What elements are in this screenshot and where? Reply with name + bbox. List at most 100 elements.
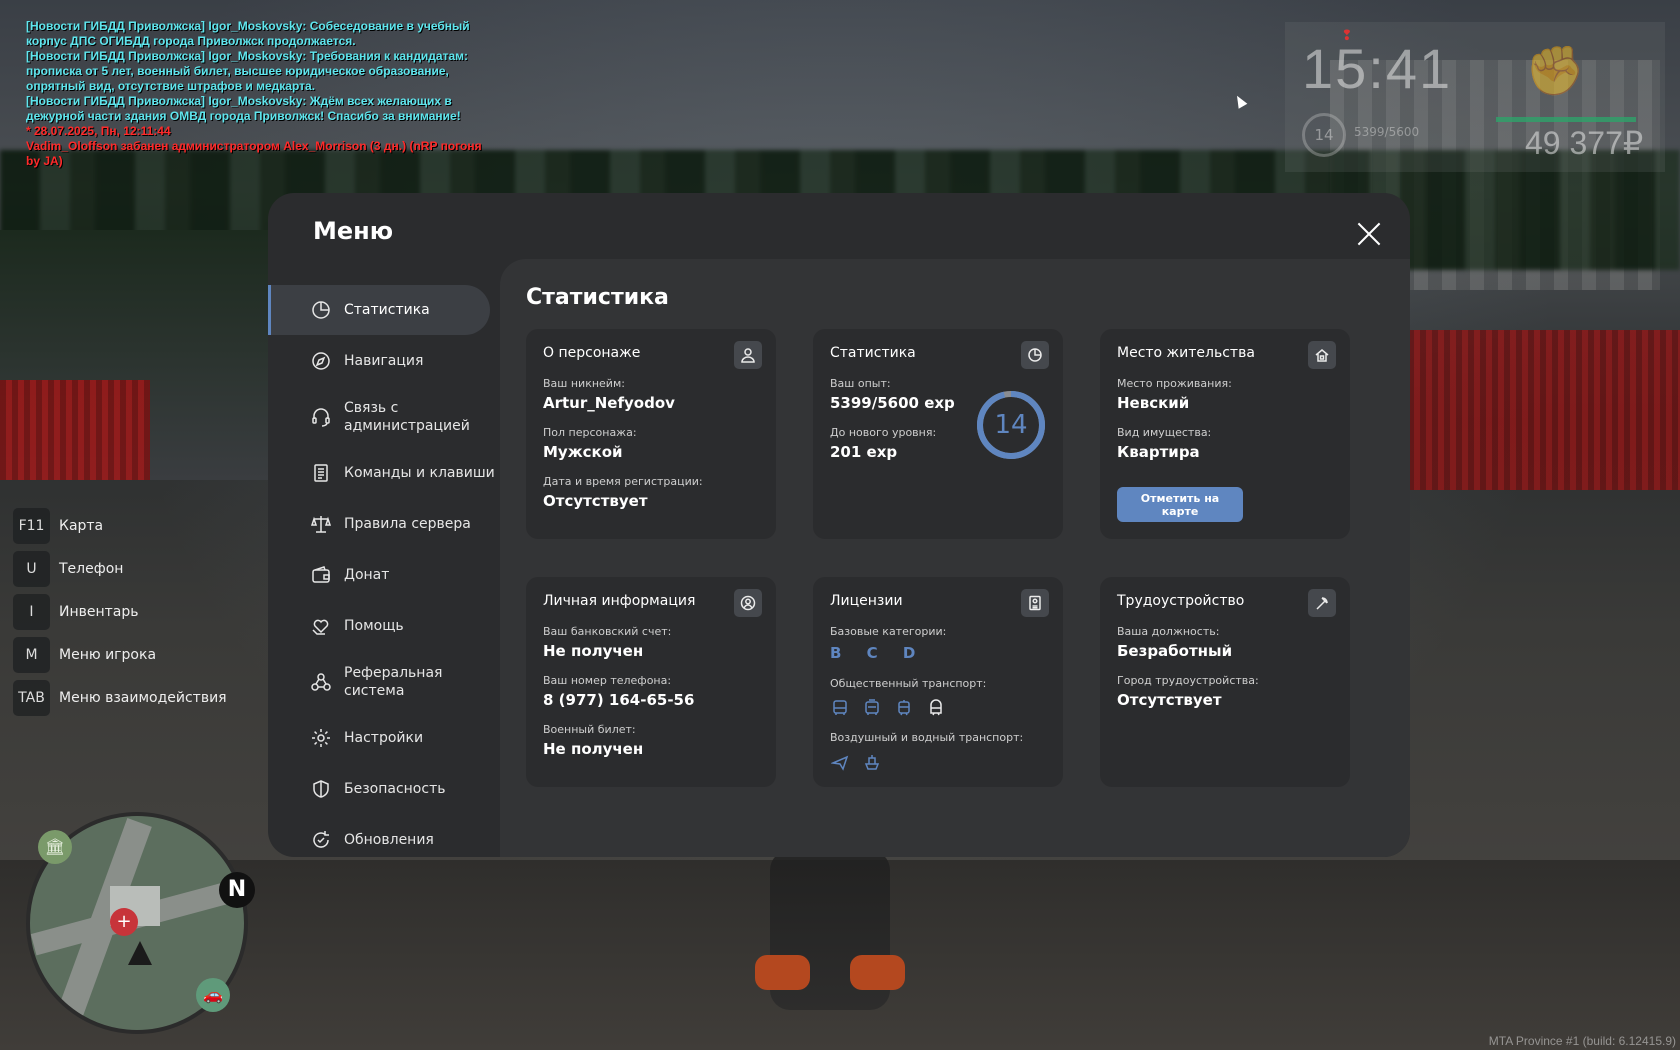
compass-icon [310, 350, 332, 372]
nav-label: Обновления [344, 832, 434, 848]
hospital-icon: + [110, 908, 138, 936]
document-icon [310, 462, 332, 484]
field-label: Дата и время регистрации: [543, 475, 703, 488]
hotkey-label: Меню взаимодействия [59, 690, 227, 706]
nav-label: Настройки [344, 730, 424, 746]
field-property: Вид имущества: Квартира [1117, 426, 1211, 461]
health-bar [1496, 117, 1636, 122]
hotkey-map[interactable]: F11 Карта [13, 508, 227, 544]
field-value: Квартира [1117, 443, 1200, 461]
user-circle-icon [734, 589, 762, 617]
card-employment: Трудоустройство Ваша должность: Безработ… [1100, 577, 1350, 787]
key-badge: F11 [13, 508, 50, 544]
nav-item-commands[interactable]: Команды и клавиши [268, 448, 500, 498]
nav-item-help[interactable]: Помощь [268, 601, 500, 651]
hotkey-phone[interactable]: U Телефон [13, 551, 227, 587]
boat-icon [862, 752, 882, 772]
field-value: Безработный [1117, 642, 1233, 660]
wallet-icon [310, 564, 332, 586]
player-arrow-icon [128, 941, 152, 965]
hud-level: 14 [1314, 126, 1334, 144]
field-label: Пол персонажа: [543, 426, 637, 439]
field-label: Военный билет: [543, 723, 636, 736]
card-title: Статистика [830, 345, 916, 361]
field-position: Ваша должность: Безработный [1117, 625, 1232, 660]
fist-icon: ✊ [1525, 43, 1585, 99]
card-title: Трудоустройство [1117, 593, 1245, 609]
key-badge: I [13, 594, 50, 630]
nav-label: Правила сервера [344, 516, 471, 532]
nav-item-donate[interactable]: Донат [268, 550, 500, 600]
field-label: Место проживания: [1117, 377, 1232, 390]
field-value: 201 exp [830, 443, 898, 461]
bus-icon [830, 698, 850, 718]
hotkey-player-menu[interactable]: M Меню игрока [13, 637, 227, 673]
player-menu-modal: Меню Статистика Навигация Связь с админи… [268, 193, 1410, 857]
field-label: Ваш никнейм: [543, 377, 625, 390]
nav-label: Навигация [344, 353, 424, 369]
close-button[interactable] [1354, 219, 1384, 249]
hotkey-inventory[interactable]: I Инвентарь [13, 594, 227, 630]
field-label: Ваш опыт: [830, 377, 891, 390]
player-shoe-left [755, 955, 810, 990]
id-card-icon [1021, 589, 1049, 617]
shield-icon [310, 778, 332, 800]
nav-item-statistics[interactable]: Статистика [268, 285, 490, 335]
trolleybus-icon [862, 698, 882, 718]
nav-label: Реферальная система [344, 665, 443, 699]
field-label: Город трудоустройства: [1117, 674, 1259, 687]
user-icon [734, 341, 762, 369]
nav-item-updates[interactable]: Обновления [268, 815, 500, 857]
nav-item-settings[interactable]: Настройки [268, 713, 500, 763]
hotkey-label: Телефон [59, 561, 124, 577]
field-registration: Дата и время регистрации: Отсутствует [543, 475, 703, 510]
chat-line: [Новости ГИБДД Приволжска] Igor_Moskovsk… [26, 19, 470, 48]
field-label: Вид имущества: [1117, 426, 1212, 439]
card-title: Место жительства [1117, 345, 1255, 361]
field-public-transport: Общественный транспорт: [830, 677, 986, 718]
nav-label: Связь с администрацией [344, 400, 470, 434]
field-gender: Пол персонажа: Мужской [543, 426, 637, 461]
nav-label: Команды и клавиши [344, 465, 495, 481]
key-badge: TAB [13, 680, 50, 716]
field-label: Базовые категории: [830, 625, 947, 638]
field-label: Ваш номер телефона: [543, 674, 672, 687]
nav-item-security[interactable]: Безопасность [268, 764, 500, 814]
field-next-level: До нового уровня: 201 exp [830, 426, 936, 461]
field-basic-categories: Базовые категории: B C D [830, 625, 946, 662]
pie-chart-icon [310, 299, 332, 321]
field-air-water-transport: Воздушный и водный транспорт: [830, 731, 1023, 772]
field-exp: Ваш опыт: 5399/5600 exp [830, 377, 955, 412]
refresh-check-icon [310, 829, 332, 851]
mark-on-map-button[interactable]: Отметить на карте [1117, 487, 1243, 522]
field-value: Невский [1117, 394, 1190, 412]
nav-label: Донат [344, 567, 390, 583]
player-shoe-right [850, 955, 905, 990]
car-icon: 🚗 [196, 978, 230, 1012]
nav-label: Безопасность [344, 781, 446, 797]
nav-item-admin-contact[interactable]: Связь с администрацией [268, 387, 500, 447]
house-icon [1308, 341, 1336, 369]
modal-title: Меню [313, 217, 394, 245]
nav-item-navigation[interactable]: Навигация [268, 336, 500, 386]
chat-line: * 28.07.2025, Пн, 12:11:44 [26, 124, 171, 138]
hud-money: 49 377₽ [1525, 125, 1644, 161]
field-label: До нового уровня: [830, 426, 937, 439]
field-value: Отсутствует [543, 492, 648, 510]
card-residence: Место жительства Место проживания: Невск… [1100, 329, 1350, 539]
field-bank: Ваш банковский счет: Не получен [543, 625, 671, 660]
hotkey-interaction-menu[interactable]: TAB Меню взаимодействия [13, 680, 227, 716]
card-title: О персонаже [543, 345, 641, 361]
card-title: Личная информация [543, 593, 696, 609]
field-place: Место проживания: Невский [1117, 377, 1232, 412]
nav-item-rules[interactable]: Правила сервера [268, 499, 500, 549]
headset-icon [310, 406, 332, 428]
nav-item-referral[interactable]: Реферальная система [268, 652, 500, 712]
build-info: MTA Province #1 (build: 6.12415.9) [1488, 1034, 1676, 1048]
field-employment-city: Город трудоустройства: Отсутствует [1117, 674, 1259, 709]
north-icon: N [219, 872, 255, 908]
field-military: Военный билет: Не получен [543, 723, 643, 758]
metro-icon [926, 698, 946, 718]
field-value: Мужской [543, 443, 623, 461]
card-title: Лицензии [830, 593, 903, 609]
